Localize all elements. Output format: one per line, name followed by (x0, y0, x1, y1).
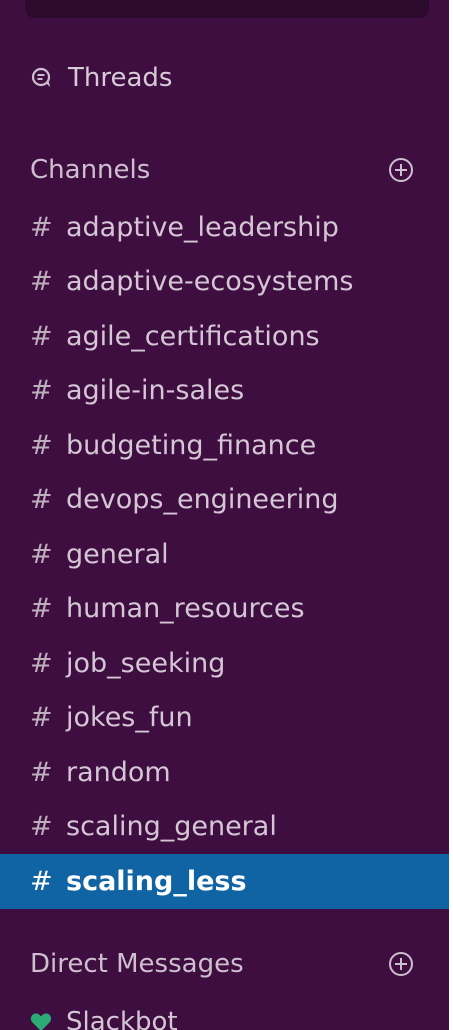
channels-title[interactable]: Channels (30, 155, 150, 185)
sidebar-item-channel[interactable]: # agile-in-sales (0, 364, 453, 419)
dm-item-label: Slackbot (66, 1007, 178, 1030)
add-direct-message-icon[interactable] (387, 950, 415, 978)
channels-header: Channels (30, 148, 415, 192)
sidebar-item-channel[interactable]: # budgeting_finance (0, 418, 453, 473)
channel-hash-icon: # (30, 811, 53, 843)
channel-label: jokes_fun (66, 702, 193, 734)
channel-hash-icon: # (30, 647, 53, 679)
threads-label: Threads (68, 63, 173, 93)
channel-hash-icon: # (30, 211, 53, 243)
channel-hash-icon: # (30, 266, 53, 298)
channel-label: agile-in-sales (66, 375, 245, 407)
channel-hash-icon: # (30, 375, 53, 407)
sidebar-item-channel[interactable]: # scaling_less (0, 854, 453, 909)
channel-hash-icon: # (30, 320, 53, 352)
channel-label: scaling_less (66, 865, 247, 897)
channel-label: adaptive-ecosystems (66, 266, 354, 298)
add-channel-icon[interactable] (387, 156, 415, 184)
sidebar-edge (449, 0, 453, 1030)
channel-label: adaptive_leadership (66, 211, 339, 243)
sidebar-item-threads[interactable]: Threads (30, 56, 172, 100)
channel-hash-icon: # (30, 865, 53, 897)
channel-label: budgeting_finance (66, 429, 317, 461)
direct-messages-header: Direct Messages (30, 942, 415, 986)
channel-label: devops_engineering (66, 484, 339, 516)
channel-list: # adaptive_leadership # adaptive-ecosystems… (0, 200, 453, 909)
sidebar-item-channel[interactable]: # job_seeking (0, 636, 453, 691)
channel-label: scaling_general (66, 811, 277, 843)
sidebar-item-channel[interactable]: # scaling_general (0, 800, 453, 855)
sidebar-item-channel[interactable]: # human_resources (0, 582, 453, 637)
channel-label: agile_certifications (66, 320, 320, 352)
sidebar-top-bar (25, 0, 429, 18)
threads-icon (31, 67, 51, 87)
channel-hash-icon: # (30, 702, 53, 734)
sidebar-item-channel[interactable]: # devops_engineering (0, 473, 453, 528)
sidebar-item-channel[interactable]: # agile_certifications (0, 309, 453, 364)
channel-label: random (66, 756, 171, 788)
channel-hash-icon: # (30, 593, 53, 625)
channel-label: general (66, 538, 169, 570)
dm-item-slackbot[interactable]: Slackbot (30, 1000, 178, 1030)
sidebar-item-channel[interactable]: # adaptive_leadership (0, 200, 453, 255)
channel-hash-icon: # (30, 756, 53, 788)
channel-hash-icon: # (30, 429, 53, 461)
sidebar-item-channel[interactable]: # jokes_fun (0, 691, 453, 746)
sidebar-item-channel[interactable]: # general (0, 527, 453, 582)
channel-label: human_resources (66, 593, 305, 625)
channel-label: job_seeking (66, 647, 226, 679)
sidebar-item-channel[interactable]: # random (0, 745, 453, 800)
sidebar: Threads Channels # adaptive_leadership # ad… (0, 0, 453, 1030)
direct-messages-title[interactable]: Direct Messages (30, 949, 244, 979)
channel-hash-icon: # (30, 484, 53, 516)
channel-hash-icon: # (30, 538, 53, 570)
heart-icon (30, 1013, 52, 1030)
sidebar-item-channel[interactable]: # adaptive-ecosystems (0, 255, 453, 310)
